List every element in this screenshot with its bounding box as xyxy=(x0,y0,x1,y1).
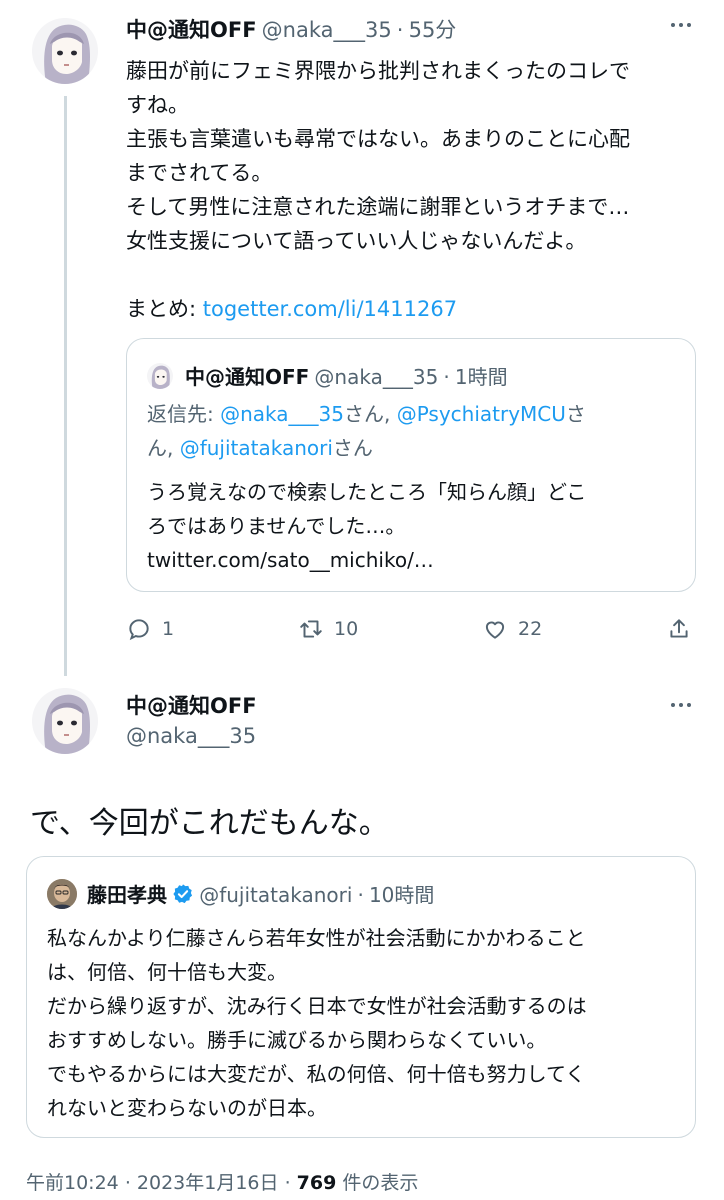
retweet-icon xyxy=(300,620,322,638)
heart-icon xyxy=(485,621,505,639)
quoted-line: twitter.com/sato__michiko/… xyxy=(147,548,434,572)
quoted-tweet[interactable]: 藤田孝典 @fujitatakanori · 10時間 私なんかより仁藤さんら若… xyxy=(26,856,696,1138)
author-handle[interactable]: @naka___35 xyxy=(126,724,256,748)
quoted-author-handle: @fujitatakanori xyxy=(199,883,353,907)
tweet-timestamp[interactable]: 55分 xyxy=(409,18,457,42)
separator-dot: · xyxy=(357,883,364,907)
view-count-label: 件の表示 xyxy=(342,1172,419,1194)
summary-label: まとめ: xyxy=(126,297,203,321)
view-count: 769 xyxy=(296,1172,337,1194)
separator-dot: · xyxy=(284,1172,291,1194)
quoted-timestamp: 10時間 xyxy=(368,883,435,907)
tweet-meta: 午前10:24 · 2023年1月16日 · 769 件の表示 xyxy=(26,1168,418,1195)
author-name[interactable]: 中@通知OFF xyxy=(126,690,257,720)
separator-dot: · xyxy=(443,365,450,389)
quoted-line: ろではありませんでした…。 xyxy=(147,514,406,538)
retweet-count: 10 xyxy=(334,618,359,640)
more-options-icon[interactable] xyxy=(668,12,694,44)
mention-link[interactable]: @naka___35 xyxy=(220,402,344,426)
separator-dot: · xyxy=(396,18,404,42)
quoted-line: 私なんかより仁藤さんら若年女性が社会活動にかかわること xyxy=(47,926,586,950)
tweet-line: そして男性に注意された途端に謝罪というオチまで… xyxy=(126,195,630,219)
separator-dot: · xyxy=(124,1172,131,1194)
quoted-line: おすすめしない。勝手に滅びるから関わらなくていい。 xyxy=(47,1028,547,1052)
thread-line xyxy=(64,96,67,676)
summary-link[interactable]: togetter.com/li/1411267 xyxy=(203,297,457,321)
quoted-avatar xyxy=(147,363,173,389)
tweet-time[interactable]: 午前10:24 xyxy=(26,1172,119,1194)
author-name[interactable]: 中@通知OFF xyxy=(126,18,257,42)
quoted-body: うろ覚えなので検索したところ「知らん顔」どこ ろではありませんでした…。 twi… xyxy=(147,475,586,577)
avatar[interactable] xyxy=(32,18,98,84)
retweet-button[interactable]: 10 xyxy=(298,616,358,642)
reply-icon xyxy=(129,619,149,641)
quoted-line: だから繰り返すが、沈み行く日本で女性が社会活動するのは xyxy=(47,994,587,1018)
quoted-line: でもやるからには大変だが、私の何倍、何十倍も努力してく xyxy=(47,1062,586,1086)
tweet-line: すね。 xyxy=(126,93,189,117)
like-count: 22 xyxy=(518,618,543,640)
reply-count: 1 xyxy=(162,618,175,640)
mention-link[interactable]: @PsychiatryMCU xyxy=(397,402,566,426)
avatar[interactable] xyxy=(32,688,98,754)
verified-badge-icon xyxy=(172,883,194,905)
like-button[interactable]: 22 xyxy=(482,616,542,642)
tweet-line: 藤田が前にフェミ界隈から批判されまくったのコレで xyxy=(126,59,630,83)
quoted-line: は、何倍、何十倍も大変。 xyxy=(47,960,287,984)
author-handle[interactable]: @naka___35 xyxy=(262,18,392,42)
quoted-line: うろ覚えなので検索したところ「知らん顔」どこ xyxy=(147,480,587,504)
quoted-author-name: 藤田孝典 xyxy=(87,883,167,907)
quoted-line: れないと変わらないのが日本。 xyxy=(47,1096,327,1120)
quoted-tweet[interactable]: 中@通知OFF @naka___35 · 1時間 返信先: @naka___35… xyxy=(126,338,696,592)
reply-to-line: 返信先: @naka___35さん, @PsychiatryMCUさ xyxy=(147,402,586,426)
tweet-date[interactable]: 2023年1月16日 xyxy=(137,1172,279,1194)
reply-to-line: ん, @fujitatakanoriさん xyxy=(147,436,373,460)
tweet-line: までされてる。 xyxy=(126,161,273,185)
tweet-body: で、今回がこれだもんな。 xyxy=(30,806,389,841)
more-options-icon[interactable] xyxy=(668,692,694,724)
share-icon xyxy=(670,619,688,638)
quoted-body: 私なんかより仁藤さんら若年女性が社会活動にかかわること は、何倍、何十倍も大変。… xyxy=(47,921,587,1125)
quoted-author-name: 中@通知OFF xyxy=(185,365,310,389)
mention-link[interactable]: @fujitatakanori xyxy=(180,436,333,460)
quoted-author-handle: @naka___35 xyxy=(314,365,439,389)
quoted-timestamp: 1時間 xyxy=(454,365,508,389)
reply-button[interactable]: 1 xyxy=(126,616,174,642)
tweet-line: 女性支援について語っていい人じゃないんだよ。 xyxy=(126,229,587,253)
quoted-avatar xyxy=(47,879,77,909)
tweet-body: 藤田が前にフェミ界隈から批判されまくったのコレで すね。 主張も言葉遣いも尋常で… xyxy=(126,54,706,326)
tweet-line: 主張も言葉遣いも尋常ではない。あまりのことに心配 xyxy=(126,127,630,151)
share-button[interactable] xyxy=(666,616,692,642)
